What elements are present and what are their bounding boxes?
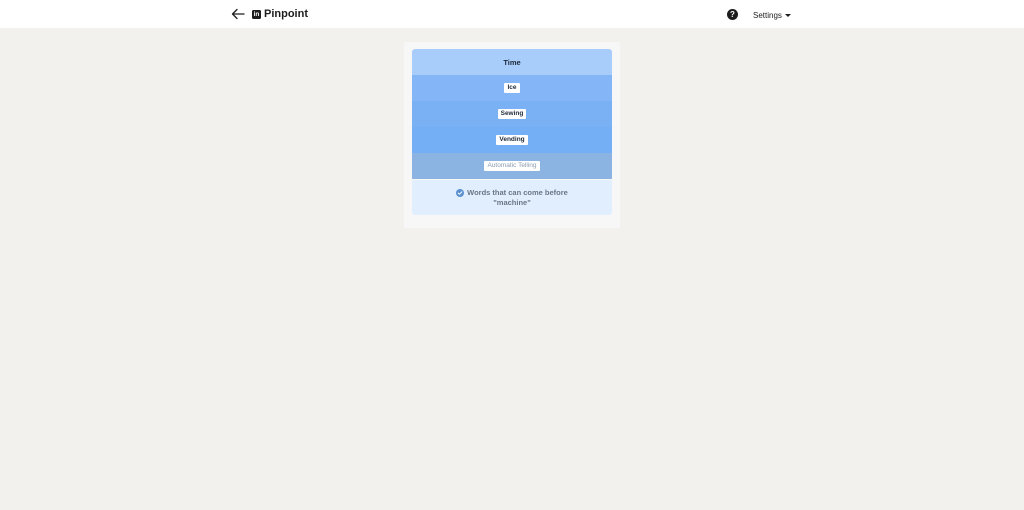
check-circle-icon — [456, 188, 465, 197]
answer-text-line1: Words that can come before — [467, 187, 568, 197]
settings-label: Settings — [753, 10, 782, 20]
settings-button[interactable]: Settings — [753, 10, 791, 20]
clue-tag: Sewing — [497, 109, 527, 119]
back-arrow-icon[interactable] — [230, 6, 246, 22]
puzzle-board: Time Ice Sewing Vending Automatic Tellin… — [412, 49, 612, 215]
clue-tag: Ice — [504, 83, 520, 93]
clue-row-2: Ice — [412, 75, 612, 101]
clue-row-5: Automatic Telling — [412, 153, 612, 179]
clue-row-1: Time — [412, 49, 612, 75]
clue-tag: Automatic Telling — [484, 161, 540, 171]
answer-line: Words that can come before — [456, 188, 568, 198]
clue-text: Time — [503, 57, 521, 67]
answer-text-line2: "machine" — [493, 197, 531, 207]
puzzle-card: Time Ice Sewing Vending Automatic Tellin… — [404, 42, 620, 228]
clue-row-3: Sewing — [412, 101, 612, 127]
page-title: Pinpoint — [264, 8, 308, 20]
answer-row: Words that can come before "machine" — [412, 180, 612, 215]
help-icon[interactable]: ? — [727, 9, 738, 20]
clue-tag: Vending — [496, 135, 528, 145]
top-bar: in Pinpoint ? Settings — [0, 0, 1024, 28]
caret-down-icon — [784, 14, 791, 17]
clue-row-4: Vending — [412, 127, 612, 153]
brand: in Pinpoint — [252, 6, 308, 22]
linkedin-logo-icon: in — [252, 9, 261, 19]
